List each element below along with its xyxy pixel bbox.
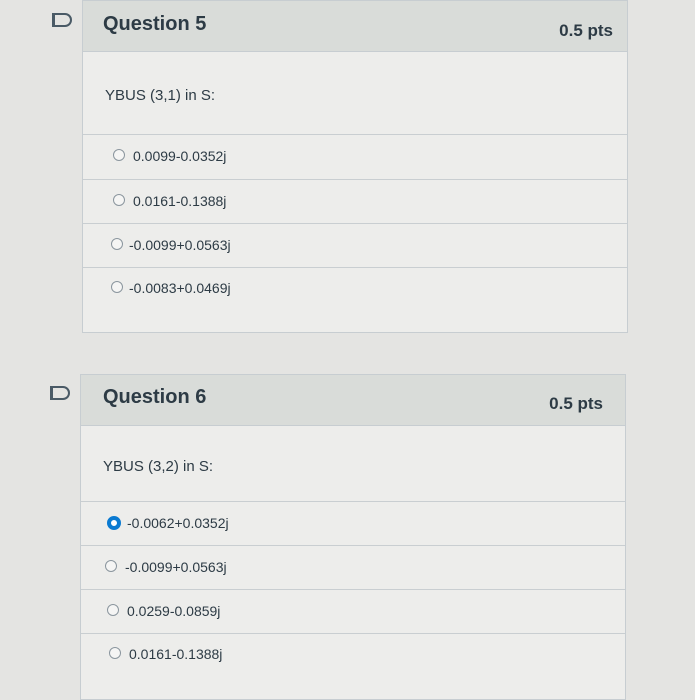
answer-label: 0.0259-0.0859j [127,603,221,619]
radio-button[interactable] [111,238,123,250]
answer-option[interactable]: 0.0259-0.0859j [81,589,625,634]
answer-option[interactable]: -0.0099+0.0563j [81,545,625,590]
radio-button[interactable] [107,604,119,616]
answer-label: 0.0161-0.1388j [133,193,227,209]
answer-label: 0.0099-0.0352j [133,148,227,164]
radio-button-selected[interactable] [107,516,121,530]
question-card-6: Question 6 0.5 pts YBUS (3,2) in S: -0.0… [80,374,626,700]
flag-question-icon[interactable] [52,13,72,27]
answer-option[interactable]: -0.0083+0.0469j [83,267,627,312]
radio-button[interactable] [105,560,117,572]
answer-label: -0.0099+0.0563j [125,559,227,575]
answer-label: -0.0083+0.0469j [129,280,231,296]
question-prompt: YBUS (3,2) in S: [103,458,214,475]
answer-option[interactable]: -0.0062+0.0352j [81,501,625,546]
question-prompt: YBUS (3,1) in S: [105,87,216,104]
question-points: 0.5 pts [549,394,603,413]
answer-option[interactable]: 0.0161-0.1388j [81,633,625,678]
question-points: 0.5 pts [559,21,613,40]
question-header: Question 5 0.5 pts [83,1,627,52]
radio-button[interactable] [111,281,123,293]
radio-button[interactable] [113,194,125,206]
question-title: Question 5 [103,13,207,35]
answer-label: 0.0161-0.1388j [129,646,223,662]
question-title: Question 6 [103,386,207,408]
radio-button[interactable] [109,647,121,659]
answer-option[interactable]: 0.0161-0.1388j [83,179,627,224]
answer-option[interactable]: -0.0099+0.0563j [83,223,627,268]
flag-question-icon[interactable] [50,386,70,400]
radio-button[interactable] [113,149,125,161]
question-header: Question 6 0.5 pts [81,375,625,426]
answer-option[interactable]: 0.0099-0.0352j [83,134,627,179]
answer-label: -0.0062+0.0352j [127,515,229,531]
question-card-5: Question 5 0.5 pts YBUS (3,1) in S: 0.00… [82,0,628,333]
answer-label: -0.0099+0.0563j [129,237,231,253]
